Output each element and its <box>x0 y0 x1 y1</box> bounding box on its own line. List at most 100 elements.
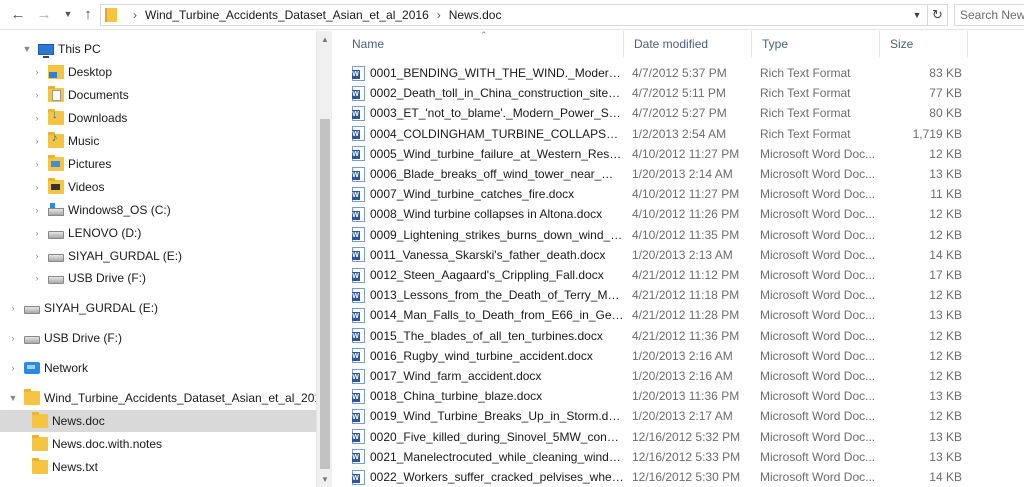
expand-chevron-icon[interactable]: › <box>32 159 42 169</box>
file-row[interactable]: 0018_China_turbine_blaze.docx 1/20/2013 1… <box>342 386 1024 406</box>
column-header-type[interactable]: Type <box>752 31 880 57</box>
expand-chevron-icon[interactable]: ▼ <box>8 393 18 403</box>
breadcrumb-news-doc[interactable]: News.doc <box>449 8 502 22</box>
nav-drive-f-root[interactable]: › USB Drive (F:) <box>8 327 123 349</box>
expand-chevron-icon[interactable]: › <box>8 333 18 343</box>
expand-chevron-icon[interactable]: › <box>32 136 42 146</box>
file-row[interactable]: 0021_Manelectrocuted_while_cleaning_wind… <box>342 447 1024 467</box>
nav-network[interactable]: › Network <box>8 357 89 379</box>
nav-drive-d[interactable]: › LENOVO (D:) <box>32 222 142 244</box>
file-name-cell[interactable]: 0014_Man_Falls_to_Death_from_E66_in_Germ… <box>352 305 624 325</box>
file-name-cell[interactable]: 0007_Wind_turbine_catches_fire.docx <box>352 184 624 204</box>
file-type: Rich Text Format <box>760 106 851 121</box>
expand-chevron-icon[interactable]: › <box>32 182 42 192</box>
nav-downloads[interactable]: › Downloads <box>32 107 127 129</box>
file-row[interactable]: 0015_The_blades_of_all_ten_turbines.docx… <box>342 326 1024 346</box>
breadcrumb-dataset-folder[interactable]: Wind_Turbine_Accidents_Dataset_Asian_et_… <box>145 8 429 22</box>
file-row[interactable]: 0006_Blade_breaks_off_wind_tower_near_Wy… <box>342 164 1024 184</box>
file-name: 0012_Steen_Aagaard's_Crippling_Fall.docx <box>370 268 604 282</box>
file-type: Microsoft Word Doc... <box>760 288 876 303</box>
file-name-cell[interactable]: 0021_Manelectrocuted_while_cleaning_wind… <box>352 447 624 467</box>
expand-chevron-icon[interactable]: › <box>32 251 42 261</box>
expand-chevron-icon[interactable]: › <box>32 90 42 100</box>
file-name-cell[interactable]: 0015_The_blades_of_all_ten_turbines.docx <box>352 326 624 346</box>
nav-drive-e[interactable]: › SIYAH_GURDAL (E:) <box>32 245 183 267</box>
breadcrumb-separator-icon[interactable]: › <box>437 8 441 22</box>
file-name-cell[interactable]: 0016_Rugby_wind_turbine_accident.docx <box>352 346 624 366</box>
file-row[interactable]: 0005_Wind_turbine_failure_at_Western_Res… <box>342 144 1024 164</box>
file-row[interactable]: 0013_Lessons_from_the_Death_of_Terry_Meh… <box>342 285 1024 305</box>
file-name-cell[interactable]: 0009_Lightening_strikes_burns_down_wind_… <box>352 225 624 245</box>
expand-chevron-icon[interactable]: › <box>32 205 42 215</box>
expand-chevron-icon[interactable]: › <box>8 303 18 313</box>
nav-dataset-folder[interactable]: ▼ Wind_Turbine_Accidents_Dataset_Asian_e… <box>8 387 328 409</box>
file-name-cell[interactable]: 0003_ET_'not_to_blame'._Modern_Power_Sys… <box>352 103 624 123</box>
nav-this-pc[interactable]: ▼ This PC <box>22 38 101 60</box>
expand-chevron-icon[interactable]: ▼ <box>22 44 32 54</box>
file-name-cell[interactable]: 0018_China_turbine_blaze.docx <box>352 386 624 406</box>
expand-chevron-icon[interactable]: › <box>32 67 42 77</box>
search-input[interactable]: Search News.doc <box>954 4 1024 26</box>
file-name-cell[interactable]: 0001_BENDING_WITH_THE_WIND._Modern_Po... <box>352 63 624 83</box>
file-name-cell[interactable]: 0013_Lessons_from_the_Death_of_Terry_Meh… <box>352 285 624 305</box>
forward-arrow-icon[interactable]: → <box>34 4 54 24</box>
nav-scrollbar[interactable]: ▲ ▼ <box>316 31 332 487</box>
file-row[interactable]: 0007_Wind_turbine_catches_fire.docx 4/10/… <box>342 184 1024 204</box>
up-arrow-icon[interactable]: ↑ <box>78 4 98 24</box>
file-row[interactable]: 0011_Vanessa_Skarski's_father_death.docx… <box>342 245 1024 265</box>
expand-chevron-icon[interactable]: › <box>32 273 42 283</box>
file-row[interactable]: 0022_Workers_suffer_cracked_pelvises_whe… <box>342 467 1024 487</box>
nav-drive-c[interactable]: › Windows8_OS (C:) <box>32 199 171 221</box>
file-name-cell[interactable]: 0005_Wind_turbine_failure_at_Western_Res… <box>352 144 624 164</box>
file-row[interactable]: 0012_Steen_Aagaard's_Crippling_Fall.docx… <box>342 265 1024 285</box>
recent-locations-chevron-icon[interactable]: ▼ <box>58 4 78 24</box>
scrollbar-thumb[interactable] <box>320 119 330 469</box>
address-dropdown-icon[interactable]: ▼ <box>909 7 925 23</box>
file-row[interactable]: 0002_Death_toll_in_China_construction_si… <box>342 83 1024 103</box>
nav-videos[interactable]: › Videos <box>32 176 104 198</box>
nav-news-doc[interactable]: News.doc <box>0 410 316 432</box>
file-row[interactable]: 0001_BENDING_WITH_THE_WIND._Modern_Po...… <box>342 63 1024 83</box>
file-row[interactable]: 0004_COLDINGHAM_TURBINE_COLLAPSED.rtf 1/2… <box>342 124 1024 144</box>
file-row[interactable]: 0019_Wind_Turbine_Breaks_Up_in_Storm.doc… <box>342 406 1024 426</box>
file-row[interactable]: 0008_Wind turbine collapses in Altona.do… <box>342 204 1024 224</box>
address-bar[interactable]: › Wind_Turbine_Accidents_Dataset_Asian_e… <box>100 4 928 26</box>
folder-icon <box>32 412 48 428</box>
file-row[interactable]: 0009_Lightening_strikes_burns_down_wind_… <box>342 225 1024 245</box>
nav-drive-f[interactable]: › USB Drive (F:) <box>32 267 147 289</box>
column-header-name[interactable]: ⌃ Name <box>342 30 624 57</box>
refresh-icon[interactable]: ↻ <box>928 4 948 26</box>
pictures-folder-icon <box>48 155 64 171</box>
column-header-date[interactable]: Date modified <box>624 31 752 57</box>
file-name-cell[interactable]: 0017_Wind_farm_accident.docx <box>352 366 624 386</box>
file-name-cell[interactable]: 0019_Wind_Turbine_Breaks_Up_in_Storm.doc… <box>352 406 624 426</box>
file-name-cell[interactable]: 0004_COLDINGHAM_TURBINE_COLLAPSED.rtf <box>352 124 624 144</box>
file-row[interactable]: 0003_ET_'not_to_blame'._Modern_Power_Sys… <box>342 103 1024 123</box>
nav-news-doc-notes[interactable]: News.doc.with.notes <box>32 433 162 455</box>
file-name-cell[interactable]: 0022_Workers_suffer_cracked_pelvises_whe… <box>352 467 624 487</box>
file-name-cell[interactable]: 0020_Five_killed_during_Sinovel_5MW_cons… <box>352 427 624 447</box>
column-header-size[interactable]: Size <box>880 31 968 57</box>
back-arrow-icon[interactable]: ← <box>8 4 28 24</box>
expand-chevron-icon[interactable]: › <box>8 363 18 373</box>
expand-chevron-icon[interactable]: › <box>32 113 42 123</box>
scroll-down-icon[interactable]: ▼ <box>317 471 333 487</box>
breadcrumb-separator-icon[interactable]: › <box>133 8 137 22</box>
file-row[interactable]: 0014_Man_Falls_to_Death_from_E66_in_Germ… <box>342 305 1024 325</box>
file-name-cell[interactable]: 0008_Wind turbine collapses in Altona.do… <box>352 204 624 224</box>
nav-desktop[interactable]: › Desktop <box>32 61 112 83</box>
nav-pictures[interactable]: › Pictures <box>32 153 111 175</box>
scroll-up-icon[interactable]: ▲ <box>317 31 333 47</box>
file-name-cell[interactable]: 0002_Death_toll_in_China_construction_si… <box>352 83 624 103</box>
file-name-cell[interactable]: 0006_Blade_breaks_off_wind_tower_near_Wy… <box>352 164 624 184</box>
file-name-cell[interactable]: 0011_Vanessa_Skarski's_father_death.docx <box>352 245 624 265</box>
nav-drive-e-root[interactable]: › SIYAH_GURDAL (E:) <box>8 297 159 319</box>
nav-music[interactable]: › Music <box>32 130 99 152</box>
nav-news-txt[interactable]: News.txt <box>32 456 98 478</box>
nav-documents[interactable]: › Documents <box>32 84 129 106</box>
expand-chevron-icon[interactable]: › <box>32 228 42 238</box>
file-name-cell[interactable]: 0012_Steen_Aagaard's_Crippling_Fall.docx <box>352 265 624 285</box>
file-row[interactable]: 0016_Rugby_wind_turbine_accident.docx 1/2… <box>342 346 1024 366</box>
file-row[interactable]: 0017_Wind_farm_accident.docx 1/20/2013 2:… <box>342 366 1024 386</box>
file-row[interactable]: 0020_Five_killed_during_Sinovel_5MW_cons… <box>342 427 1024 447</box>
